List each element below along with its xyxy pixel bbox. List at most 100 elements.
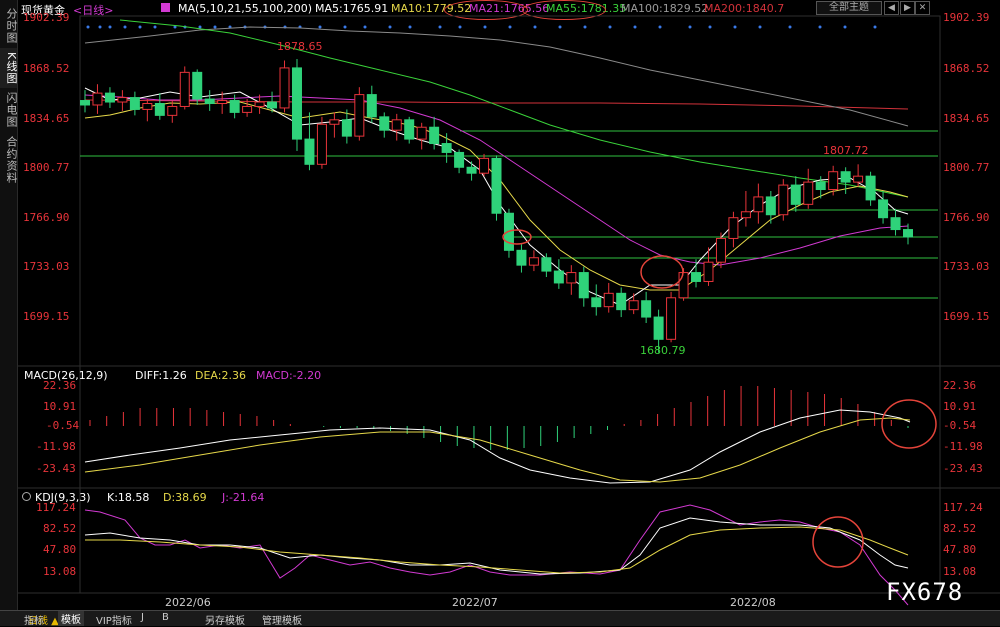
candle-body xyxy=(204,98,215,105)
candle-body xyxy=(840,171,851,183)
candle-body xyxy=(753,196,764,213)
candle-body xyxy=(117,97,128,103)
date-tick: 2022/07 xyxy=(452,596,498,609)
candle-body xyxy=(316,123,327,165)
candle-body xyxy=(104,92,115,103)
macd-tick: -11.98 xyxy=(36,440,76,453)
candle-body xyxy=(740,211,751,219)
kdj-tick: 47.80 xyxy=(943,543,977,556)
kdj-k-line xyxy=(84,517,909,575)
kdj-d-value: D:38.69 xyxy=(163,491,207,504)
event-dot xyxy=(138,25,142,29)
event-dot xyxy=(153,25,157,29)
candle-body xyxy=(192,71,203,100)
candle-body xyxy=(279,67,290,109)
event-dot xyxy=(818,25,822,29)
event-dot xyxy=(483,25,487,29)
candle-body xyxy=(129,97,140,110)
price-tick: 1902.39 xyxy=(943,11,990,24)
candle-body xyxy=(466,166,477,174)
candle-body xyxy=(354,94,365,137)
candle-body xyxy=(429,126,440,145)
tab-b[interactable]: B xyxy=(162,612,169,623)
highlight-circle-2 xyxy=(640,255,684,289)
kdj-d-line xyxy=(85,526,909,574)
event-dot xyxy=(458,25,462,29)
candle-body xyxy=(853,175,864,183)
candle-body xyxy=(628,300,639,311)
kdj-j-line xyxy=(84,504,909,606)
chart-canvas[interactable]: 1878.65 1807.72 1680.79 xyxy=(0,0,1000,610)
event-dot xyxy=(123,25,127,29)
candle-body xyxy=(142,103,153,110)
candle-body xyxy=(491,157,502,214)
price-tick: 1800.77 xyxy=(23,161,70,174)
event-dot xyxy=(558,25,562,29)
event-dot xyxy=(873,25,877,29)
candle-body xyxy=(790,184,801,205)
macd-tick: -0.54 xyxy=(943,419,977,432)
kdj-tick: 47.80 xyxy=(43,543,77,556)
candle-body xyxy=(566,272,577,284)
event-dot xyxy=(658,25,662,29)
macd-tick: -0.54 xyxy=(46,419,80,432)
tab-template[interactable]: 模板 xyxy=(58,611,84,626)
kdj-toggle-icon[interactable] xyxy=(22,492,31,501)
event-dot xyxy=(733,25,737,29)
candle-body xyxy=(454,151,465,168)
kdj-k-value: K:18.58 xyxy=(107,491,150,504)
candle-body xyxy=(878,199,889,219)
macd-tick: 10.91 xyxy=(943,400,977,413)
candle-body xyxy=(217,100,228,104)
candle-body xyxy=(304,138,315,165)
tab-j[interactable]: J xyxy=(141,612,144,623)
event-dot xyxy=(583,25,587,29)
event-dot xyxy=(98,25,102,29)
event-dot xyxy=(608,25,612,29)
price-tick: 1733.03 xyxy=(943,260,990,273)
candle-body xyxy=(765,196,776,216)
macd-dea-value: DEA:2.36 xyxy=(195,369,246,382)
candle-body xyxy=(641,300,652,318)
macd-tick: 10.91 xyxy=(43,400,77,413)
kdj-tick: 117.24 xyxy=(36,501,76,514)
macd-macd-value: MACD:-2.20 xyxy=(256,369,322,382)
macd-diff-value: DIFF:1.26 xyxy=(135,369,187,382)
event-dot xyxy=(633,25,637,29)
candle-body xyxy=(291,67,302,140)
candle-body xyxy=(828,171,839,191)
event-dot xyxy=(108,25,112,29)
candle-body xyxy=(366,94,377,118)
event-dots xyxy=(86,25,877,29)
macd-tick: -23.43 xyxy=(36,462,76,475)
macd-tick: -11.98 xyxy=(943,440,983,453)
macd-tick: -23.43 xyxy=(943,462,983,475)
event-dot xyxy=(388,25,392,29)
price-tick: 1834.65 xyxy=(943,112,990,125)
kdj-tick: 13.08 xyxy=(943,565,977,578)
candle-body xyxy=(541,257,552,272)
candle-body xyxy=(728,217,739,239)
candle-body xyxy=(329,119,340,125)
event-dot xyxy=(213,25,217,29)
candle-body xyxy=(267,101,278,109)
macd-dea-line xyxy=(84,417,911,483)
candle-body xyxy=(479,157,490,174)
event-dot xyxy=(363,25,367,29)
candle-body xyxy=(341,119,352,137)
candle-body xyxy=(803,181,814,205)
kdj-tick: 117.24 xyxy=(943,501,983,514)
date-tick: 2022/08 xyxy=(730,596,776,609)
price-tick: 1868.52 xyxy=(23,62,70,75)
candle-body xyxy=(167,105,178,116)
candle-body xyxy=(691,272,702,282)
candle-body xyxy=(666,297,677,340)
kdj-tick: 13.08 xyxy=(43,565,77,578)
candle-body xyxy=(416,126,427,140)
candle-body xyxy=(678,272,689,299)
candle-body xyxy=(92,92,103,106)
event-dot xyxy=(318,25,322,29)
event-dot xyxy=(438,25,442,29)
candle-body xyxy=(715,237,726,263)
ma100-line xyxy=(84,26,909,127)
